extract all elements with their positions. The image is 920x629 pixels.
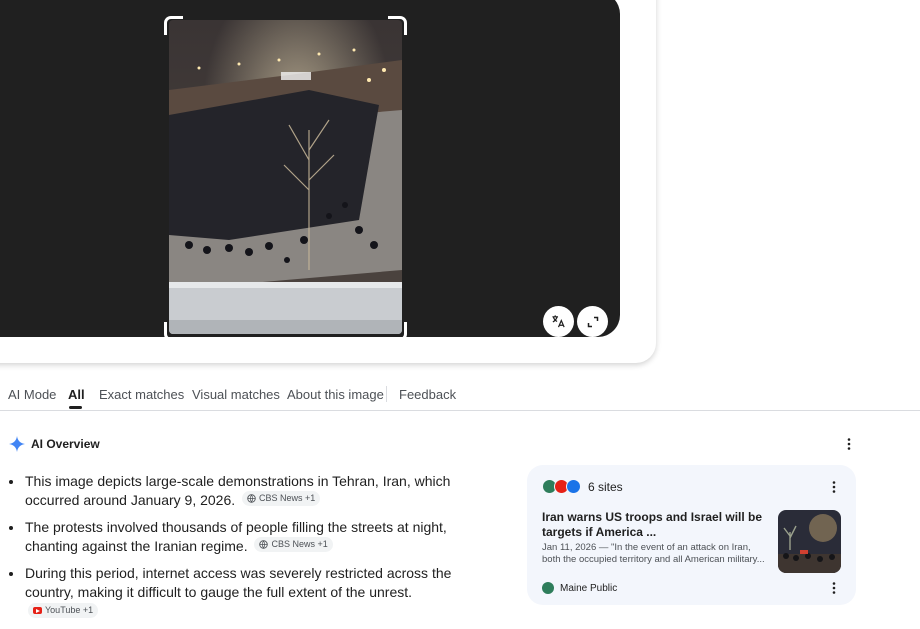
search-image[interactable]: [169, 20, 402, 334]
ai-overview-more-button[interactable]: [841, 436, 857, 452]
tab-exact-matches[interactable]: Exact matches: [99, 387, 184, 402]
tab-about-this-image[interactable]: About this image: [287, 387, 384, 402]
crop-handle-bottom-right[interactable]: [388, 322, 407, 337]
maine-public-favicon-icon: [542, 582, 554, 594]
crop-handle-top-left[interactable]: [164, 16, 183, 35]
source-chip-label: YouTube +1: [45, 605, 94, 615]
tabs-divider: [0, 410, 920, 411]
youtube-icon: [33, 607, 42, 614]
translate-button[interactable]: [543, 306, 574, 337]
translate-icon: [552, 315, 565, 328]
globe-icon: [259, 540, 269, 549]
tab-ai-mode[interactable]: AI Mode: [8, 387, 56, 402]
result-tabs: AI Mode All Exact matches Visual matches…: [0, 380, 920, 410]
source-chip-label: CBS News +1: [271, 539, 328, 549]
tab-divider: [386, 386, 387, 402]
image-viewer: [0, 0, 620, 337]
more-vert-icon: [832, 582, 836, 594]
active-tab-indicator: [69, 406, 82, 409]
sites-count[interactable]: 6 sites: [588, 480, 623, 494]
article-thumbnail[interactable]: [778, 510, 841, 573]
source-favicons[interactable]: [542, 479, 581, 494]
article-snippet: Jan 11, 2026 — "In the event of an attac…: [542, 542, 765, 565]
publisher[interactable]: Maine Public: [542, 582, 617, 594]
source-chip[interactable]: CBS News +1: [242, 491, 321, 506]
bullet-text: This image depicts large-scale demonstra…: [25, 473, 451, 508]
ai-overview-list: This image depicts large-scale demonstra…: [8, 472, 478, 629]
site-favicon-icon: [566, 479, 581, 494]
ai-overview-title: AI Overview: [31, 437, 100, 451]
expand-icon: [587, 316, 598, 327]
feedback-link[interactable]: Feedback: [399, 387, 456, 402]
tab-all[interactable]: All: [68, 387, 85, 402]
bullet-text: During this period, internet access was …: [25, 565, 452, 600]
bullet-dot: [9, 572, 13, 576]
more-vert-icon: [832, 481, 836, 493]
list-item: The protests involved thousands of peopl…: [8, 518, 478, 556]
crop-handle-top-right[interactable]: [388, 16, 407, 35]
sources-more-button[interactable]: [826, 479, 842, 495]
list-item: This image depicts large-scale demonstra…: [8, 472, 478, 510]
bullet-dot: [9, 526, 13, 530]
ai-overview-header: AI Overview: [9, 434, 100, 454]
article-title-link[interactable]: Iran warns US troops and Israel will be …: [542, 510, 764, 540]
source-chip[interactable]: YouTube +1: [28, 603, 99, 618]
expand-button[interactable]: [577, 306, 608, 337]
tab-visual-matches[interactable]: Visual matches: [192, 387, 280, 402]
globe-icon: [247, 494, 256, 503]
article-more-button[interactable]: [826, 580, 842, 596]
bullet-text: The protests involved thousands of peopl…: [25, 519, 447, 554]
image-viewer-card: [0, 0, 656, 363]
publisher-name: Maine Public: [560, 582, 618, 594]
sparkle-icon: [9, 436, 25, 452]
source-chip[interactable]: CBS News +1: [254, 537, 333, 552]
list-item: During this period, internet access was …: [8, 564, 478, 621]
source-chip-label: CBS News +1: [259, 493, 316, 503]
sources-panel: 6 sites Iran warns US troops and Israel …: [527, 465, 856, 605]
crop-handle-bottom-left[interactable]: [164, 322, 183, 337]
bullet-dot: [9, 480, 13, 484]
more-vert-icon: [847, 438, 851, 450]
